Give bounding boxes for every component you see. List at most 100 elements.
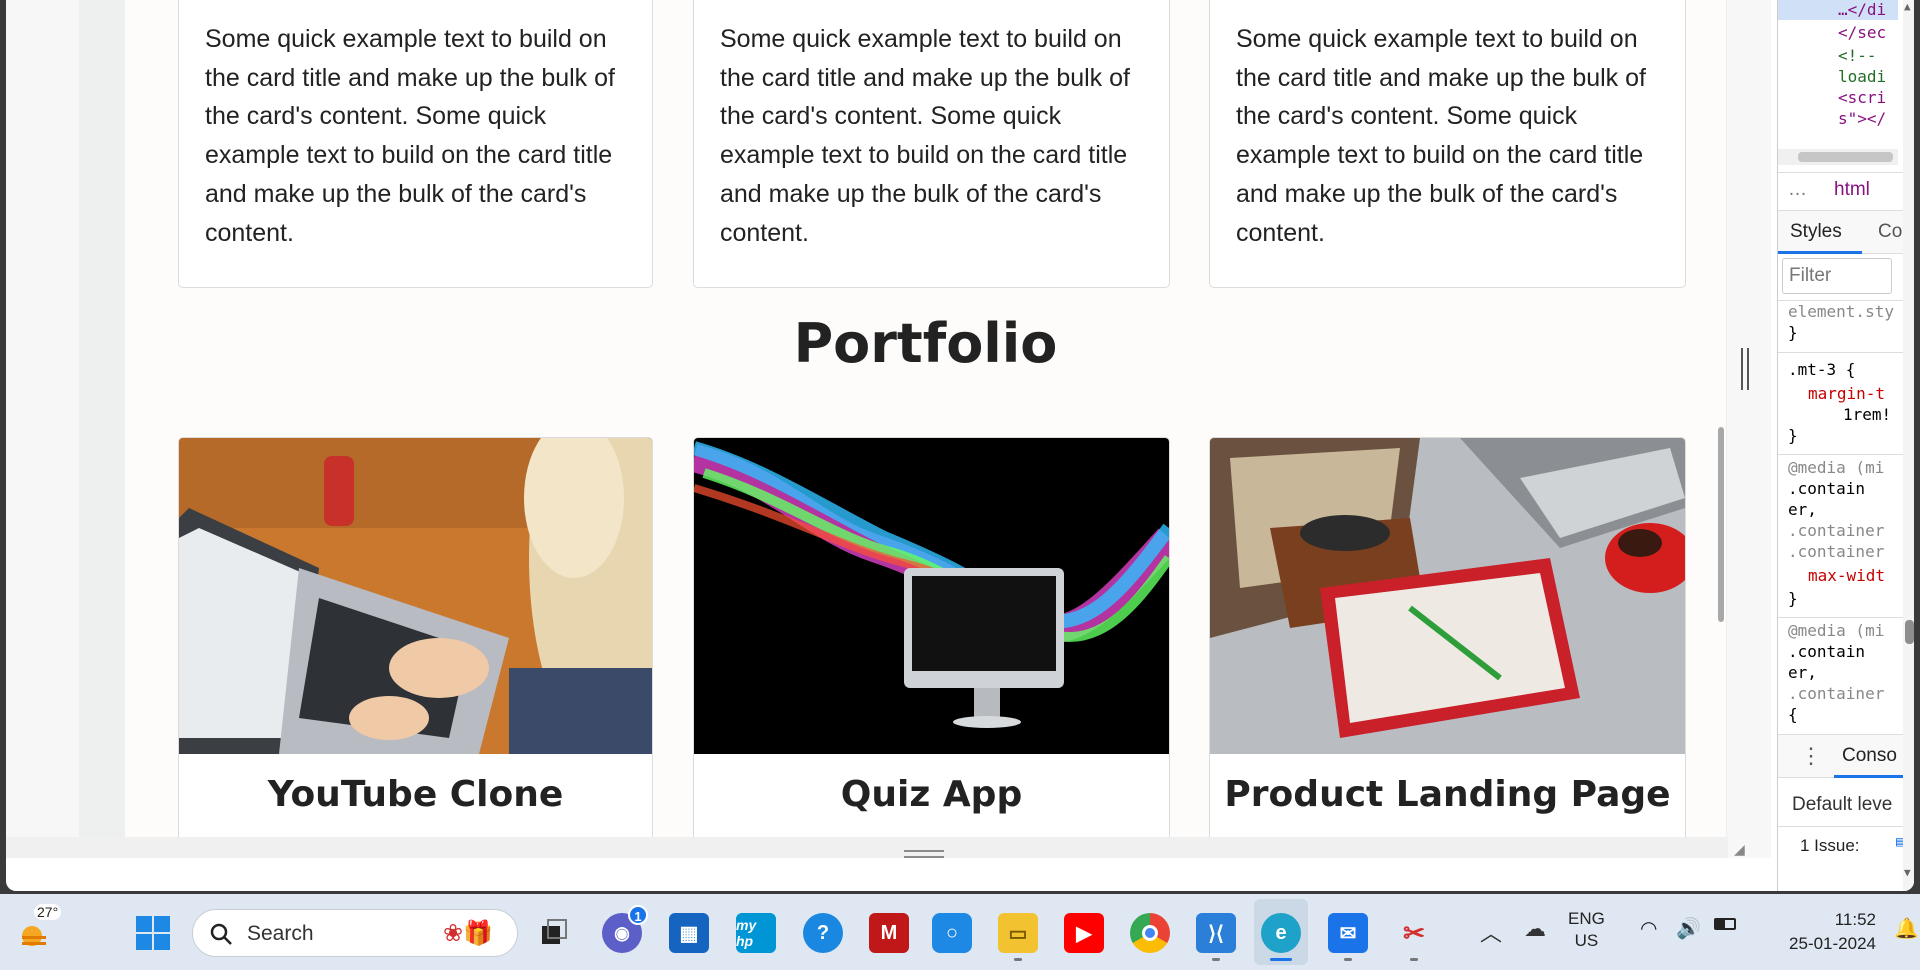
dom-line[interactable]: …</di: [1838, 0, 1886, 19]
weather-temp: 27°: [34, 904, 62, 920]
windows-icon: [136, 916, 170, 950]
wifi-icon[interactable]: ◠: [1640, 916, 1657, 941]
issues-counter[interactable]: 1 Issue:: [1800, 836, 1860, 856]
laptop-photo: [179, 438, 652, 754]
default-levels-dropdown[interactable]: Default leve: [1792, 794, 1892, 816]
monitor-waves-photo: [694, 438, 1169, 754]
onedrive-icon[interactable]: ☁: [1524, 916, 1546, 942]
search-icon: [210, 923, 232, 945]
card-title: Product Landing Page: [1224, 774, 1671, 815]
search-label: Search: [247, 922, 314, 945]
task-view-icon[interactable]: [535, 913, 575, 953]
clock-time: 11:52: [1834, 910, 1876, 929]
active-tab-indicator: [1778, 251, 1862, 254]
file-explorer-icon[interactable]: ▭: [998, 913, 1038, 953]
more-options-icon[interactable]: ⋮: [1800, 743, 1822, 769]
css-line: }: [1788, 426, 1798, 445]
dom-line[interactable]: </sec: [1838, 23, 1886, 42]
help-icon[interactable]: ?: [803, 913, 843, 953]
mcafee-icon[interactable]: M: [869, 913, 909, 953]
devtools-tabs: Styles Co: [1778, 210, 1914, 254]
notification-bell-icon[interactable]: 🔔: [1894, 916, 1919, 941]
taskbar-search[interactable]: Search ❀🎁: [192, 909, 518, 957]
snipping-tool-icon[interactable]: ✂: [1394, 913, 1434, 953]
card-text: Some quick example text to build on the …: [1236, 25, 1646, 247]
horizontal-resize-handle[interactable]: [904, 850, 944, 858]
devtools-scrollbar[interactable]: ▲ ▼: [1903, 0, 1914, 891]
dom-line[interactable]: <!--: [1838, 46, 1877, 65]
taskbar: 27° Search ❀🎁 ◉ 1 ▦ my hp ? M ○ ▭ ▶ ⟩⟨ e…: [0, 894, 1920, 970]
corner-resize-icon[interactable]: ◢: [1734, 842, 1750, 858]
region-code: US: [1574, 931, 1599, 950]
cortana-icon[interactable]: ○: [932, 913, 972, 953]
myhp-icon[interactable]: my hp: [736, 913, 776, 953]
vertical-resize-handle[interactable]: [1741, 348, 1749, 390]
css-line: }: [1788, 589, 1798, 608]
card-text: Some quick example text to build on the …: [205, 25, 615, 247]
weather-widget[interactable]: 27°: [16, 904, 62, 952]
css-line[interactable]: max-widt: [1808, 566, 1885, 585]
example-card-2: Some quick example text to build on the …: [693, 0, 1170, 288]
styles-filter-input[interactable]: Filter: [1782, 258, 1892, 294]
css-line: .mt-3 {: [1788, 360, 1856, 379]
css-line: er,: [1788, 500, 1817, 519]
breadcrumb-more[interactable]: …: [1788, 179, 1807, 201]
css-line: 1rem!: [1843, 405, 1892, 424]
scroll-up-icon[interactable]: ▲: [1904, 0, 1911, 13]
css-line: @media (mi: [1788, 458, 1885, 477]
volume-icon[interactable]: 🔊: [1676, 916, 1701, 941]
example-card-1: Some quick example text to build on the …: [178, 0, 653, 288]
breadcrumb-html[interactable]: html: [1834, 179, 1870, 201]
search-highlight-icon: ❀🎁: [443, 920, 493, 947]
card-title: YouTube Clone: [267, 774, 564, 815]
chat-icon[interactable]: ◉ 1: [602, 905, 648, 953]
css-line: er,: [1788, 663, 1817, 682]
dom-line[interactable]: <scri: [1838, 88, 1886, 107]
web-page: Some quick example text to build on the …: [125, 0, 1726, 837]
scrollbar-thumb[interactable]: [1798, 152, 1893, 162]
console-drawer-tabs: ⋮ Conso: [1778, 734, 1914, 778]
css-line: .container: [1788, 542, 1885, 561]
portfolio-heading: Portfolio: [793, 312, 1058, 375]
browser-window: Some quick example text to build on the …: [6, 0, 1914, 891]
css-line: .contain: [1788, 479, 1866, 498]
dom-line[interactable]: loadi: [1838, 67, 1886, 86]
start-button[interactable]: [133, 913, 173, 953]
edge-icon[interactable]: e: [1261, 913, 1301, 953]
mail-icon[interactable]: ✉: [1328, 913, 1368, 953]
language-indicator[interactable]: ENG US: [1568, 908, 1605, 952]
desk-bag-photo: [1210, 438, 1685, 754]
clock-date: 25-01-2024: [1789, 934, 1876, 953]
vscode-icon[interactable]: ⟩⟨: [1196, 913, 1236, 953]
tab-styles[interactable]: Styles: [1790, 221, 1842, 243]
horizontal-resize-area[interactable]: [6, 837, 1728, 858]
css-line: element.sty: [1788, 302, 1894, 321]
clock[interactable]: 11:52 25-01-2024: [1780, 908, 1876, 956]
active-tab-indicator: [1834, 775, 1914, 778]
show-hidden-icons-icon[interactable]: ︿: [1480, 916, 1502, 948]
youtube-icon[interactable]: ▶: [1064, 913, 1104, 953]
tab-console[interactable]: Conso: [1842, 745, 1897, 767]
css-line: {: [1788, 705, 1798, 724]
scroll-down-icon[interactable]: ▼: [1904, 866, 1911, 879]
scrollbar-thumb[interactable]: [1905, 620, 1914, 644]
chat-badge: 1: [628, 905, 648, 925]
dom-horizontal-scrollbar[interactable]: [1778, 149, 1898, 165]
card-title: Quiz App: [840, 774, 1023, 815]
devtools-panel: …</di </sec <!-- loadi <scri s"></ … htm…: [1777, 0, 1914, 891]
store-icon[interactable]: ▦: [669, 913, 709, 953]
css-line: @media (mi: [1788, 621, 1885, 640]
portfolio-card-quiz-app[interactable]: Quiz App: [693, 437, 1170, 837]
portfolio-card-youtube-clone[interactable]: YouTube Clone: [178, 437, 653, 837]
chrome-icon[interactable]: [1130, 913, 1170, 953]
edge-active-indicator: [1270, 958, 1292, 961]
page-scrollbar-thumb[interactable]: [1718, 427, 1724, 622]
language-code: ENG: [1568, 909, 1605, 928]
css-line: .container: [1788, 521, 1885, 540]
portfolio-card-product-landing-page[interactable]: Product Landing Page: [1209, 437, 1686, 837]
css-line: .container: [1788, 684, 1885, 703]
battery-icon[interactable]: [1714, 918, 1736, 930]
tab-computed[interactable]: Co: [1878, 221, 1902, 243]
css-line[interactable]: margin-t: [1808, 384, 1885, 403]
dom-line[interactable]: s"></: [1838, 109, 1886, 128]
